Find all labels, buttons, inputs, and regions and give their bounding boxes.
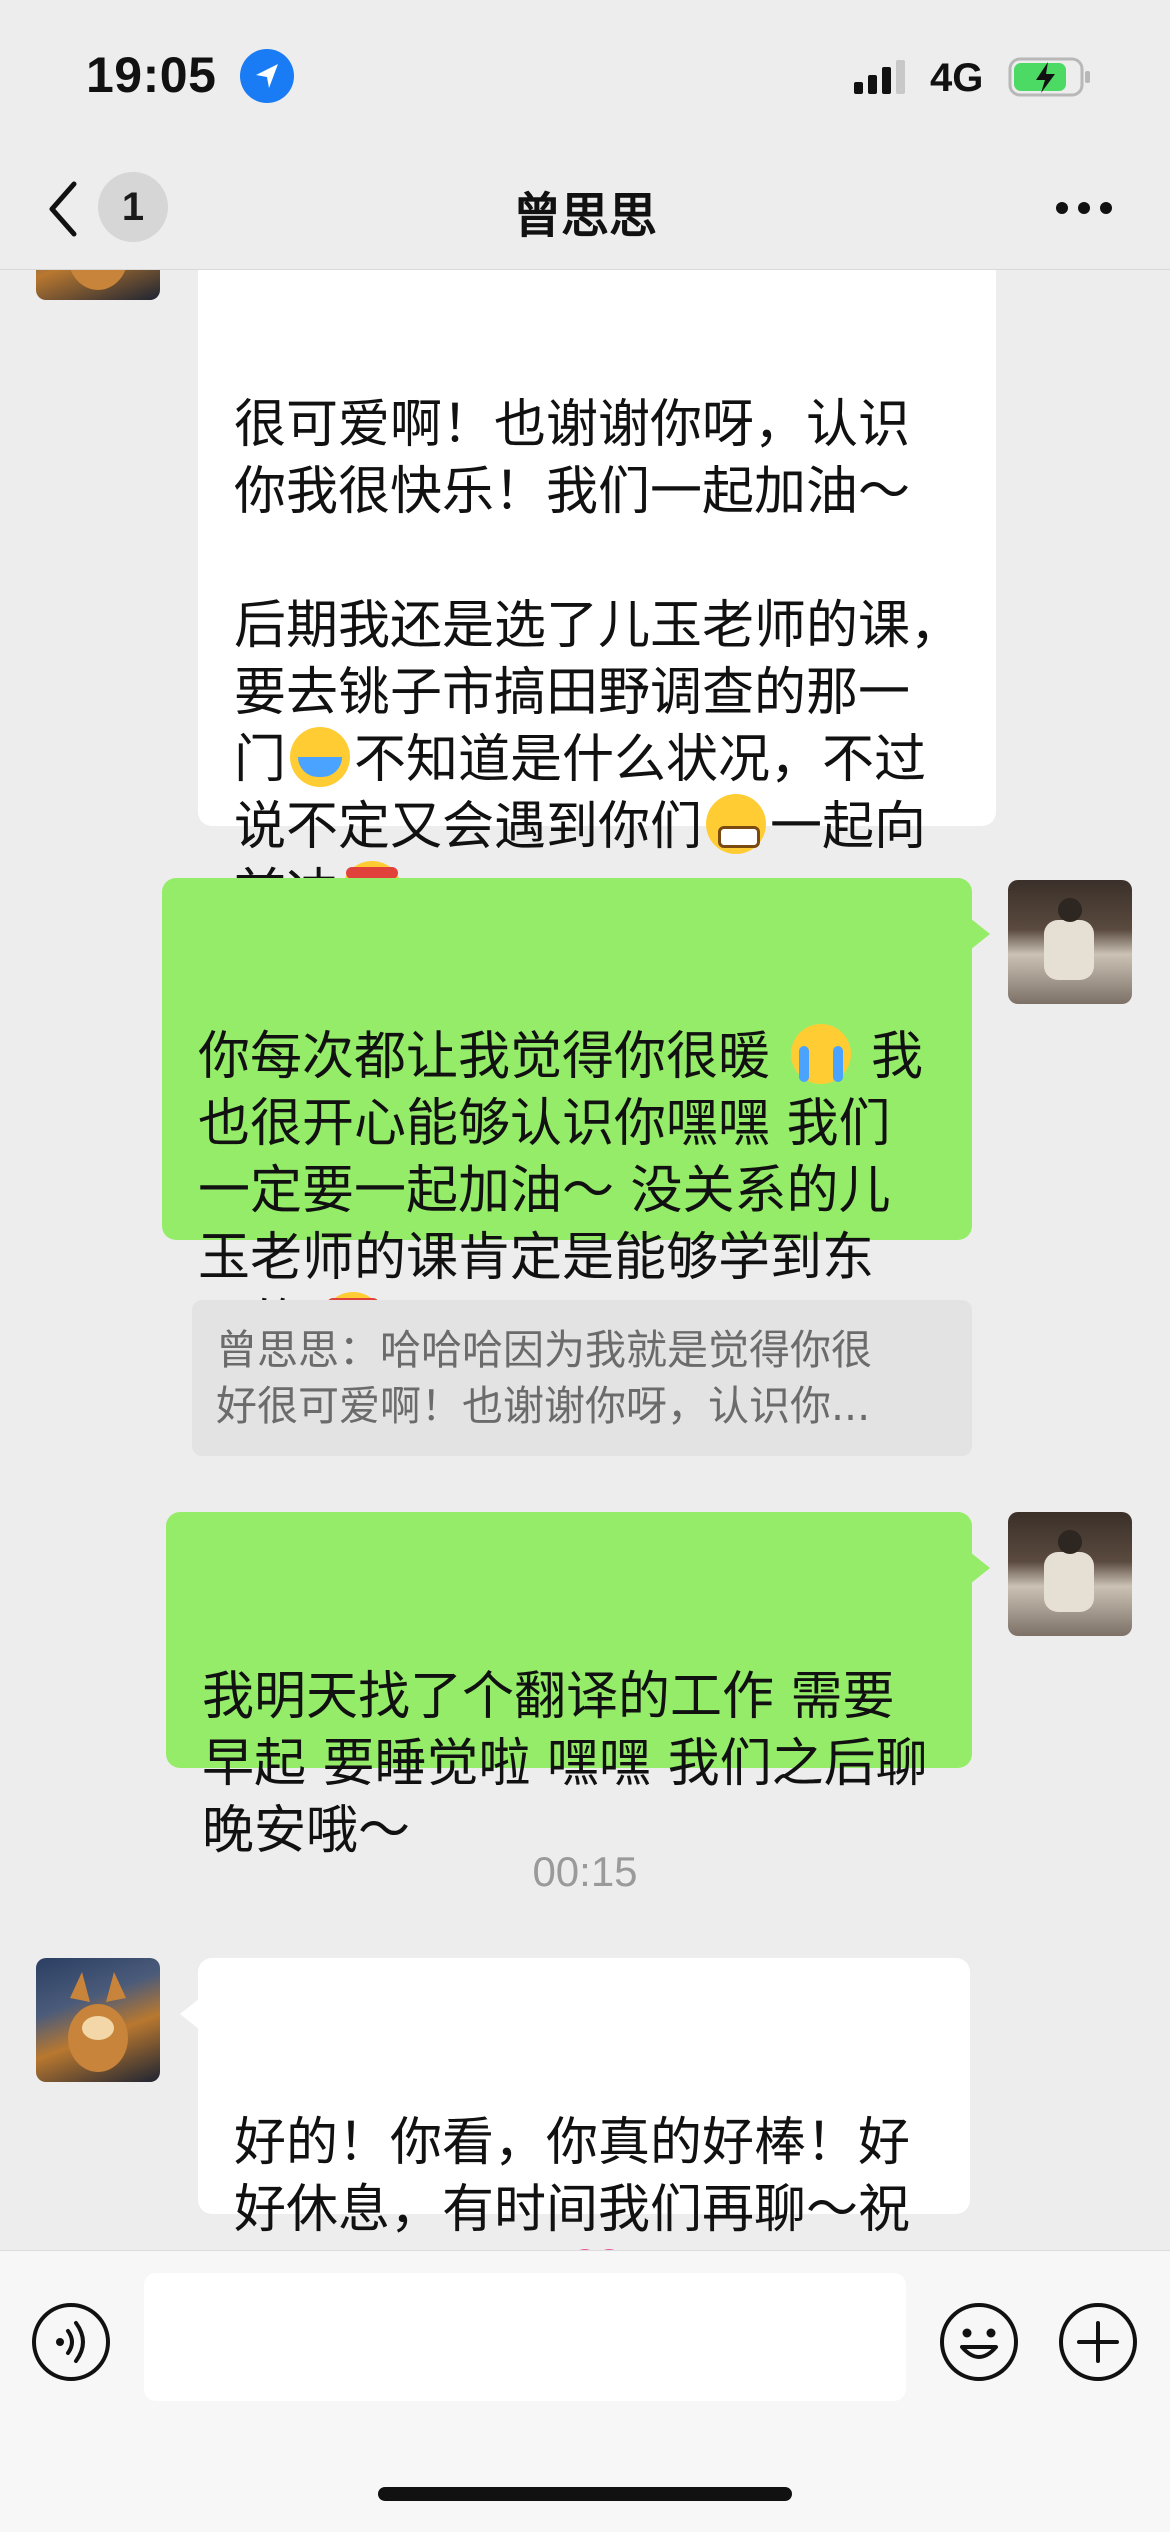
more-dots-icon[interactable] — [1054, 200, 1114, 216]
location-arrow-icon — [240, 49, 294, 103]
message-text: 我明天找了个翻译的工作 需要 早起 要睡觉啦 嘿嘿 我们之后聊 晚安哦～ — [202, 1664, 948, 1865]
my-avatar[interactable] — [1008, 880, 1132, 1004]
message-timestamp: 00:15 — [532, 1848, 638, 1895]
message-line: 很可爱啊！也谢谢你呀，认识 — [234, 395, 911, 455]
status-time: 19:05 — [86, 47, 217, 103]
message-line: 玉老师的课肯定是能够学到东 — [198, 1228, 875, 1288]
home-indicator — [378, 2487, 792, 2501]
voice-icon[interactable] — [30, 2301, 112, 2383]
message-line: 我明天找了个翻译的工作 需要 — [202, 1667, 895, 1727]
cry-emoji-icon — [290, 727, 351, 787]
message-line: 要去铫子市搞田野调查的那一 — [234, 663, 911, 723]
message-line: 后期我还是选了儿玉老师的课， — [234, 596, 963, 656]
grin-emoji-icon — [706, 794, 767, 854]
status-bar: 19:05 4G — [0, 0, 1170, 150]
message-line: 好休息，有时间我们再聊～祝 — [234, 2180, 911, 2240]
plus-icon[interactable] — [1057, 2301, 1139, 2383]
quoted-message[interactable]: 曾思思：哈哈哈因为我就是觉得你很 好很可爱啊！也谢谢你呀，认识你... — [192, 1300, 972, 1456]
sob-emoji-icon — [790, 1024, 851, 1084]
message-text: 好的！你看，你真的好棒！好好休息，有时间我们再聊～祝你一切顺利！ — [234, 2110, 946, 2250]
message-list[interactable]: 很可爱啊！也谢谢你呀，认识 你我很快乐！我们一起加油～ 后期我还是选了儿玉老师的课，… — [0, 270, 1170, 2250]
message-bubble-me-2[interactable]: 我明天找了个翻译的工作 需要 早起 要睡觉啦 嘿嘿 我们之后聊 晚安哦～ — [166, 1512, 990, 1861]
message-line: 早起 要睡觉啦 嘿嘿 我们之后聊 — [202, 1734, 928, 1794]
message-bubble-contact-1[interactable]: 很可爱啊！也谢谢你呀，认识 你我很快乐！我们一起加油～ 后期我还是选了儿玉老师的课，… — [198, 270, 996, 924]
contact-avatar[interactable] — [36, 270, 160, 300]
message-line: 一定要一起加油～ 没关系的儿 — [198, 1161, 891, 1221]
my-avatar[interactable] — [1008, 1512, 1132, 1636]
message-line: 好的！你看，你真的好棒！好 — [234, 2113, 911, 2173]
message-bubble-contact-2[interactable]: 好的！你看，你真的好棒！好好休息，有时间我们再聊～祝你一切顺利！ — [180, 1958, 970, 2250]
signal-icon — [854, 60, 905, 94]
quote-line-2: 好很可爱啊！也谢谢你呀，认识你... — [216, 1382, 871, 1430]
battery-charging-icon — [1008, 57, 1090, 97]
message-line: 说不定又会遇到你们 一起向 — [234, 794, 972, 861]
chat-title: 曾思思 — [512, 188, 657, 244]
message-input[interactable] — [144, 2273, 906, 2401]
message-line: 你每次都让我觉得你很暖 我 — [198, 1024, 948, 1091]
message-text: 很可爱啊！也谢谢你呀，认识 你我很快乐！我们一起加油～ 后期我还是选了儿玉老师的课，… — [234, 392, 972, 928]
network-type: 4G — [930, 56, 984, 100]
message-bubble-me-1[interactable]: 你每次都让我觉得你很暖 我也很开心能够认识你嘿嘿 我们 一定要一起加油～ 没关系的… — [162, 878, 990, 1355]
message-line: 也很开心能够认识你嘿嘿 我们 — [198, 1094, 891, 1154]
message-line: 门不知道是什么状况，不过 — [234, 727, 972, 794]
contact-avatar[interactable] — [36, 1958, 160, 2082]
quote-line-1: 曾思思：哈哈哈因为我就是觉得你很 — [216, 1326, 872, 1374]
chat-nav-bar: 1 曾思思 — [0, 150, 1170, 270]
message-line: 你我很快乐！我们一起加油～ — [234, 462, 911, 522]
emoji-icon[interactable] — [938, 2301, 1020, 2383]
message-line — [234, 526, 972, 593]
